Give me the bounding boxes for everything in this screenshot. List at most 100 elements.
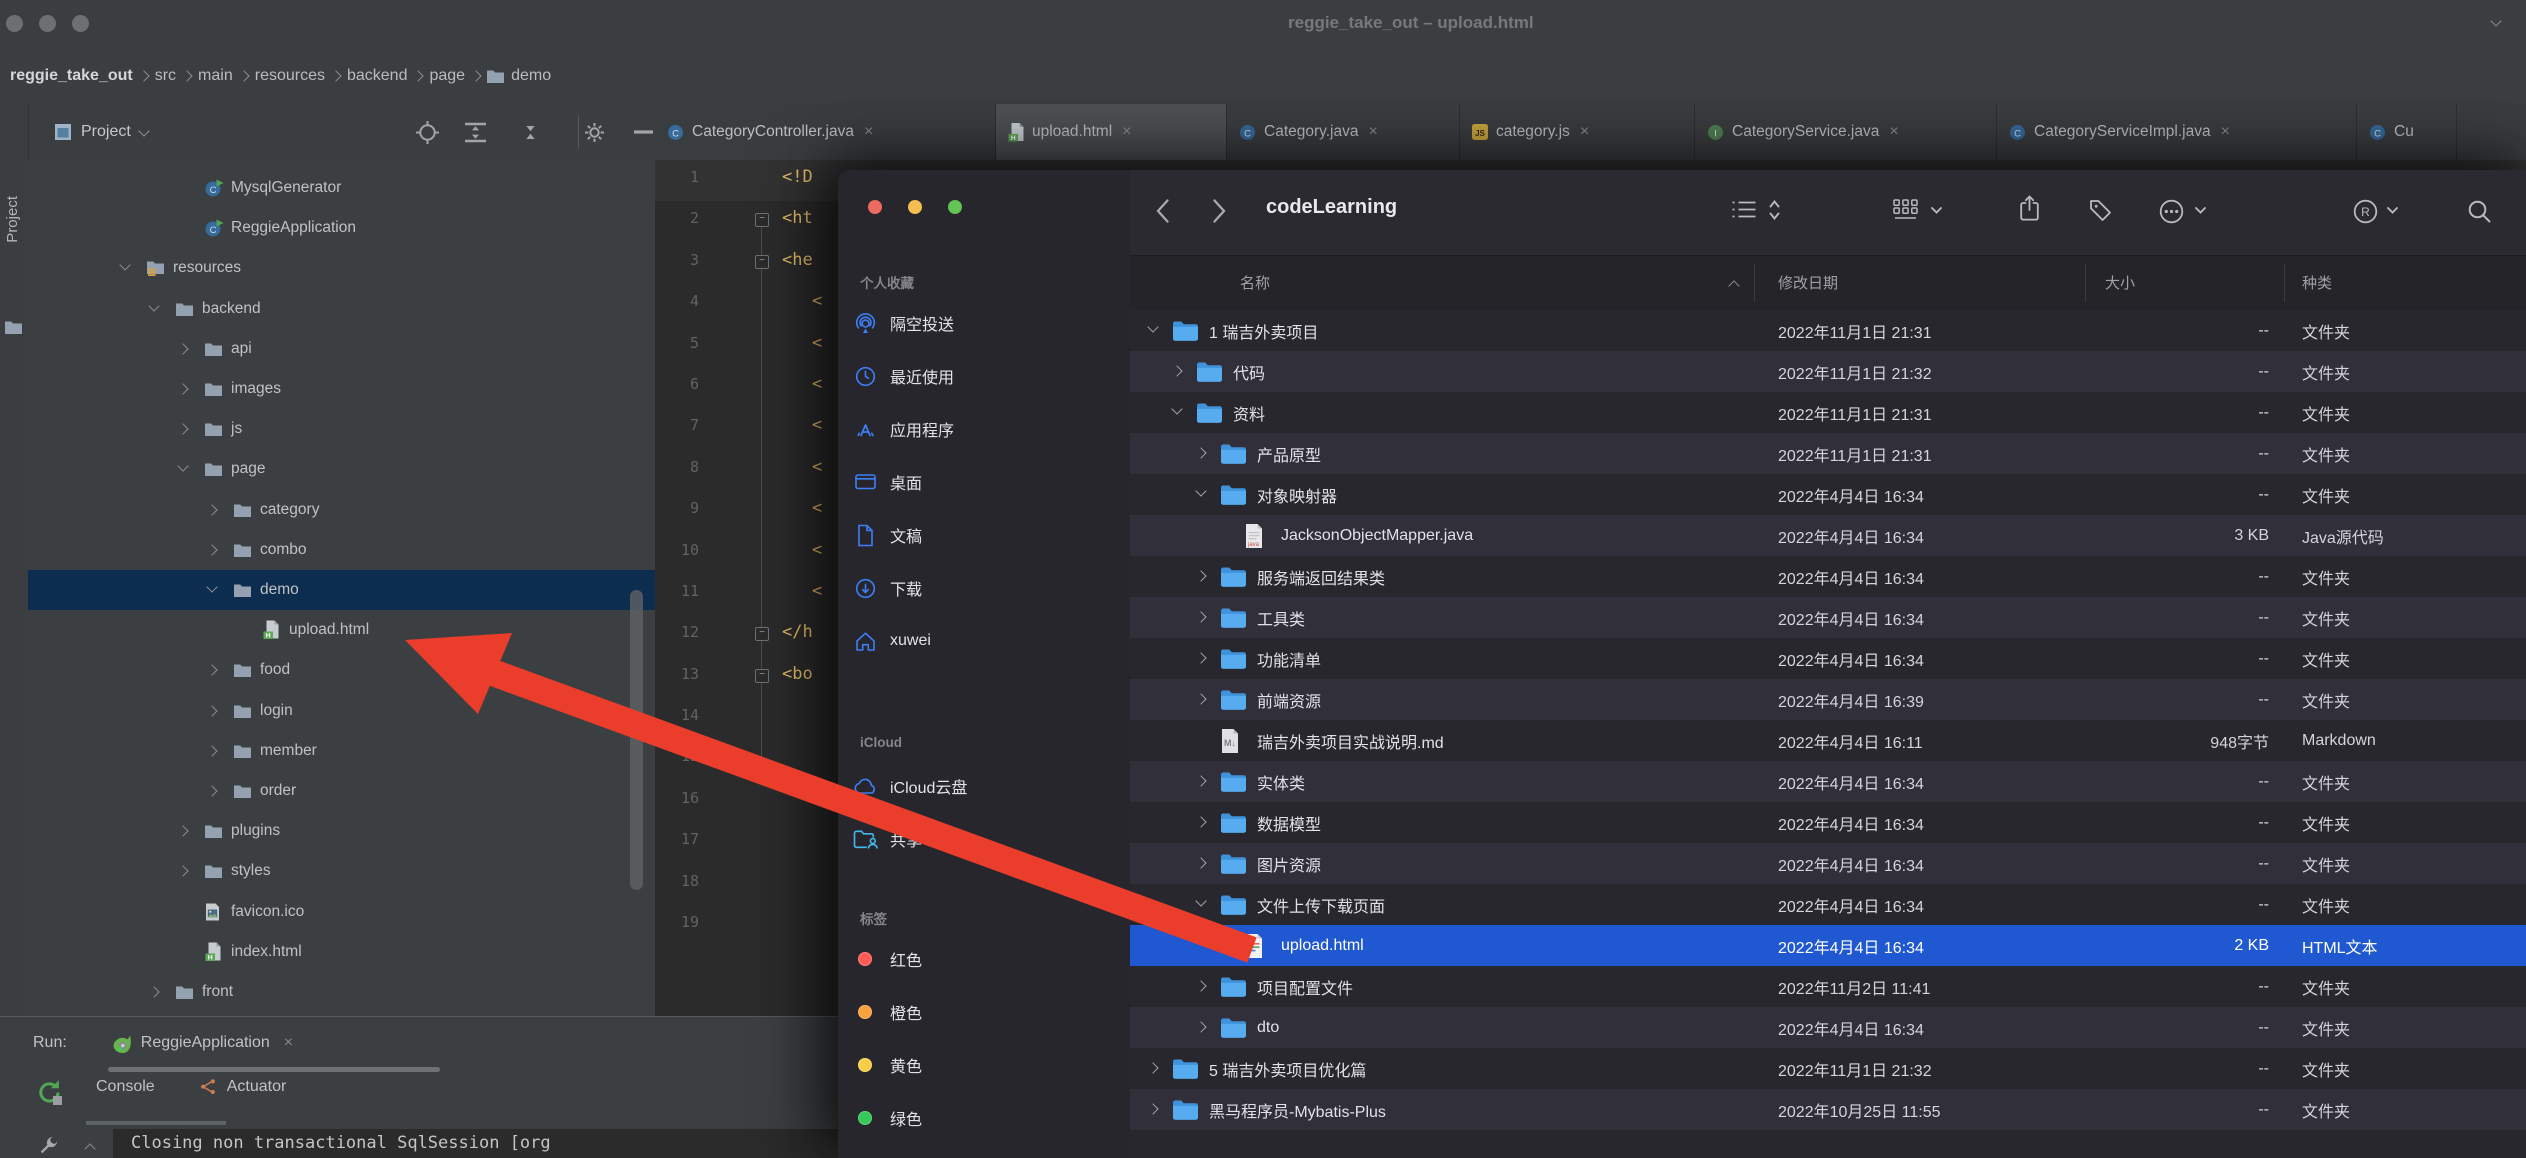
tree-item-front[interactable]: front [28, 972, 655, 1012]
tree-item-ReggieApplication[interactable]: C ReggieApplication [28, 208, 655, 248]
editor-tab-category.js[interactable]: JS category.js × [1460, 104, 1695, 160]
file-row-前端资源[interactable]: 前端资源 2022年4月4日 16:39 -- 文件夹 [1130, 679, 2526, 720]
breadcrumb-item-resources[interactable]: resources [255, 67, 325, 85]
sidebar-item-黄色[interactable]: 黄色 [852, 1044, 1116, 1086]
file-row-5 瑞吉外卖项目优化篇[interactable]: 5 瑞吉外卖项目优化篇 2022年11月1日 21:32 -- 文件夹 [1130, 1048, 2526, 1089]
close-icon[interactable]: × [2221, 123, 2230, 141]
chevron-right-icon[interactable] [177, 865, 189, 878]
tree-item-upload.html[interactable]: Hupload.html [28, 610, 655, 650]
chevron-right-icon[interactable] [1195, 857, 1207, 869]
r-badge-button[interactable]: R [2352, 198, 2379, 225]
column-divider[interactable] [2284, 264, 2285, 302]
chevron-down-icon[interactable] [177, 460, 189, 473]
tree-item-backend[interactable]: backend [28, 289, 655, 329]
chevron-right-icon[interactable] [177, 343, 189, 355]
sidebar-item-最近使用[interactable]: 最近使用 [852, 355, 1116, 397]
file-row-实体类[interactable]: 实体类 2022年4月4日 16:34 -- 文件夹 [1130, 761, 2526, 802]
chevron-right-icon[interactable] [1195, 570, 1207, 582]
chevron-right-icon[interactable] [148, 986, 160, 998]
file-row-功能清单[interactable]: 功能清单 2022年4月4日 16:34 -- 文件夹 [1130, 638, 2526, 679]
file-row-dto[interactable]: dto 2022年4月4日 16:34 -- 文件夹 [1130, 1007, 2526, 1048]
breadcrumb-item-page[interactable]: page [429, 67, 465, 85]
close-icon[interactable]: × [1889, 123, 1898, 141]
breadcrumb-item-reggie_take_out[interactable]: reggie_take_out [10, 67, 133, 85]
window-zoom-button[interactable] [72, 15, 89, 32]
chevron-right-icon[interactable] [206, 503, 218, 516]
rerun-button[interactable] [36, 1079, 63, 1106]
tree-item-combo[interactable]: combo [28, 530, 655, 570]
chevron-down-icon[interactable] [1195, 485, 1207, 497]
file-row-JacksonObjectMapper.java[interactable]: java JacksonObjectMapper.java 2022年4月4日 16… [1130, 515, 2526, 556]
sidebar-item-iCloud云盘[interactable]: iCloud云盘 [852, 765, 1116, 807]
wrench-icon[interactable] [36, 1135, 59, 1158]
run-panel-tab-Actuator[interactable]: Actuator [199, 1077, 286, 1096]
back-button[interactable] [1155, 198, 1170, 224]
tree-item-member[interactable]: member [28, 731, 655, 771]
chevron-right-icon[interactable] [1147, 1103, 1159, 1115]
chevron-right-icon[interactable] [1195, 693, 1207, 705]
close-icon[interactable]: × [284, 1034, 293, 1052]
finder-zoom-button[interactable] [948, 200, 962, 214]
finder-close-button[interactable] [868, 200, 882, 214]
tree-item-login[interactable]: login [28, 691, 655, 731]
editor-tab-upload.html[interactable]: Hupload.html × [996, 104, 1227, 160]
forward-button[interactable] [1212, 198, 1227, 224]
chevron-down-icon[interactable] [1195, 895, 1207, 907]
chevron-down-icon[interactable] [206, 581, 218, 593]
file-row-瑞吉外卖项目实战说明.md[interactable]: M↓ 瑞吉外卖项目实战说明.md 2022年4月4日 16:11 948字节 Markd… [1130, 720, 2526, 761]
editor-tab-CategoryServiceImpl.java[interactable]: C CategoryServiceImpl.java × [1997, 104, 2357, 160]
file-row-文件上传下载页面[interactable]: 文件上传下载页面 2022年4月4日 16:34 -- 文件夹 [1130, 884, 2526, 925]
file-row-服务端返回结果类[interactable]: 服务端返回结果类 2022年4月4日 16:34 -- 文件夹 [1130, 556, 2526, 597]
project-tool-button[interactable]: Project [4, 196, 21, 243]
breadcrumb-item-demo[interactable]: demo [511, 67, 551, 85]
tree-item-favicon.ico[interactable]: favicon.ico [28, 892, 655, 932]
hide-panel-button[interactable] [634, 104, 653, 160]
close-icon[interactable]: × [1368, 123, 1377, 141]
chevron-right-icon[interactable] [206, 745, 218, 757]
chevron-right-icon[interactable] [1195, 447, 1207, 459]
file-row-产品原型[interactable]: 产品原型 2022年11月1日 21:31 -- 文件夹 [1130, 433, 2526, 474]
chevron-right-icon[interactable] [1195, 611, 1207, 623]
chevron-right-icon[interactable] [1171, 365, 1183, 377]
column-divider[interactable] [1754, 264, 1755, 302]
sidebar-item-橙色[interactable]: 橙色 [852, 991, 1116, 1033]
window-close-button[interactable] [6, 15, 23, 32]
run-tabs-scrollbar[interactable] [108, 1067, 440, 1072]
column-kind[interactable]: 种类 [2302, 272, 2332, 293]
chevron-down-icon[interactable] [1171, 403, 1183, 415]
file-row-数据模型[interactable]: 数据模型 2022年4月4日 16:34 -- 文件夹 [1130, 802, 2526, 843]
column-size[interactable]: 大小 [2105, 272, 2135, 293]
close-icon[interactable]: × [864, 123, 873, 141]
tree-item-plugins[interactable]: plugins [28, 811, 655, 851]
tree-item-api[interactable]: api [28, 329, 655, 369]
chevron-right-icon[interactable] [1195, 652, 1207, 664]
tag-button[interactable] [2088, 198, 2113, 223]
chevron-right-icon[interactable] [177, 423, 189, 435]
sidebar-item-xuwei[interactable]: xuwei [852, 620, 1116, 662]
sidebar-item-桌面[interactable]: 桌面 [852, 461, 1116, 503]
view-stepper-icon[interactable] [1768, 198, 1781, 222]
chevron-right-icon[interactable] [206, 664, 218, 677]
tree-item-page[interactable]: page [28, 449, 655, 489]
breadcrumb-item-src[interactable]: src [155, 67, 176, 85]
chevron-down-icon[interactable] [148, 299, 160, 312]
fold-marker-icon[interactable]: − [755, 254, 769, 269]
scroll-up-icon[interactable] [84, 1143, 96, 1155]
chevron-right-icon[interactable] [177, 383, 189, 395]
chevron-right-icon[interactable] [1195, 980, 1207, 992]
project-view-selector[interactable]: Project [54, 104, 150, 160]
chevron-right-icon[interactable] [1195, 816, 1207, 828]
locate-file-button[interactable] [416, 104, 439, 160]
tree-item-images[interactable]: images [28, 369, 655, 409]
file-row-资料[interactable]: 资料 2022年11月1日 21:31 -- 文件夹 [1130, 392, 2526, 433]
tree-item-js[interactable]: js [28, 409, 655, 449]
file-row-代码[interactable]: 代码 2022年11月1日 21:32 -- 文件夹 [1130, 351, 2526, 392]
column-date[interactable]: 修改日期 [1778, 272, 1838, 293]
chevron-right-icon[interactable] [206, 704, 218, 717]
more-actions-button[interactable] [2158, 198, 2185, 225]
chevron-right-icon[interactable] [1195, 1021, 1207, 1033]
expand-all-button[interactable] [464, 104, 487, 160]
file-row-对象映射器[interactable]: 对象映射器 2022年4月4日 16:34 -- 文件夹 [1130, 474, 2526, 515]
window-minimize-button[interactable] [39, 15, 56, 32]
tree-item-demo[interactable]: demo [28, 570, 655, 611]
